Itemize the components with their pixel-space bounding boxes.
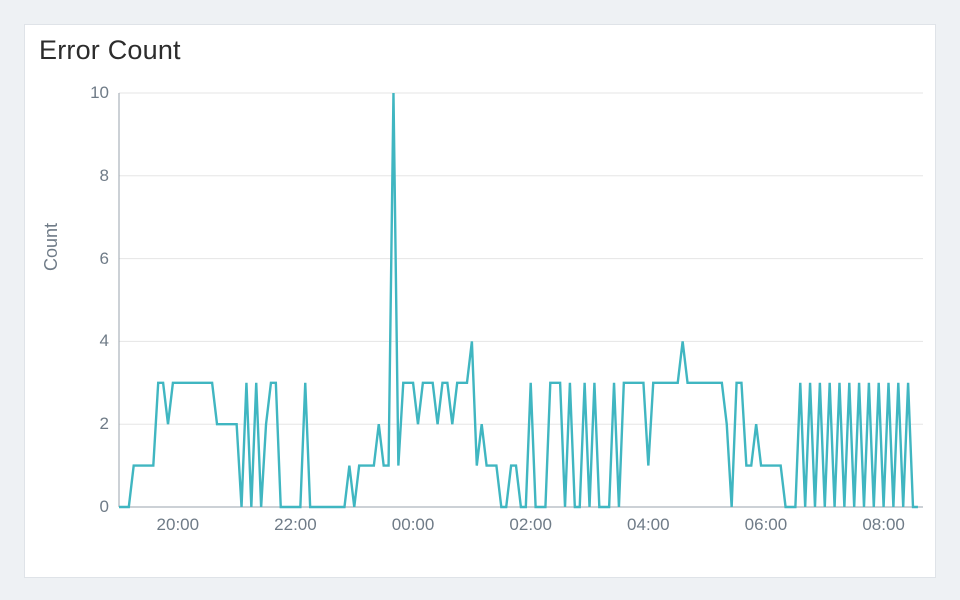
x-tick-label: 00:00 <box>392 515 435 535</box>
y-tick-label: 6 <box>77 249 109 269</box>
chart-plot <box>117 89 925 533</box>
y-tick-label: 4 <box>77 331 109 351</box>
y-tick-label: 0 <box>77 497 109 517</box>
x-tick-label: 06:00 <box>745 515 788 535</box>
x-tick-label: 20:00 <box>157 515 200 535</box>
y-tick-label: 2 <box>77 414 109 434</box>
x-tick-label: 22:00 <box>274 515 317 535</box>
y-axis-label: Count <box>41 223 62 271</box>
x-tick-label: 04:00 <box>627 515 670 535</box>
chart-area: Count 0 2 4 6 8 10 20:00 22:00 00:00 02:00 04:00 06… <box>25 25 935 577</box>
chart-card: Error Count Count 024681020:0022:0000:00… <box>24 24 936 578</box>
x-tick-label: 02:00 <box>509 515 552 535</box>
x-tick-label: 08:00 <box>862 515 905 535</box>
series-line <box>119 93 918 507</box>
y-tick-label: 10 <box>77 83 109 103</box>
y-tick-label: 8 <box>77 166 109 186</box>
